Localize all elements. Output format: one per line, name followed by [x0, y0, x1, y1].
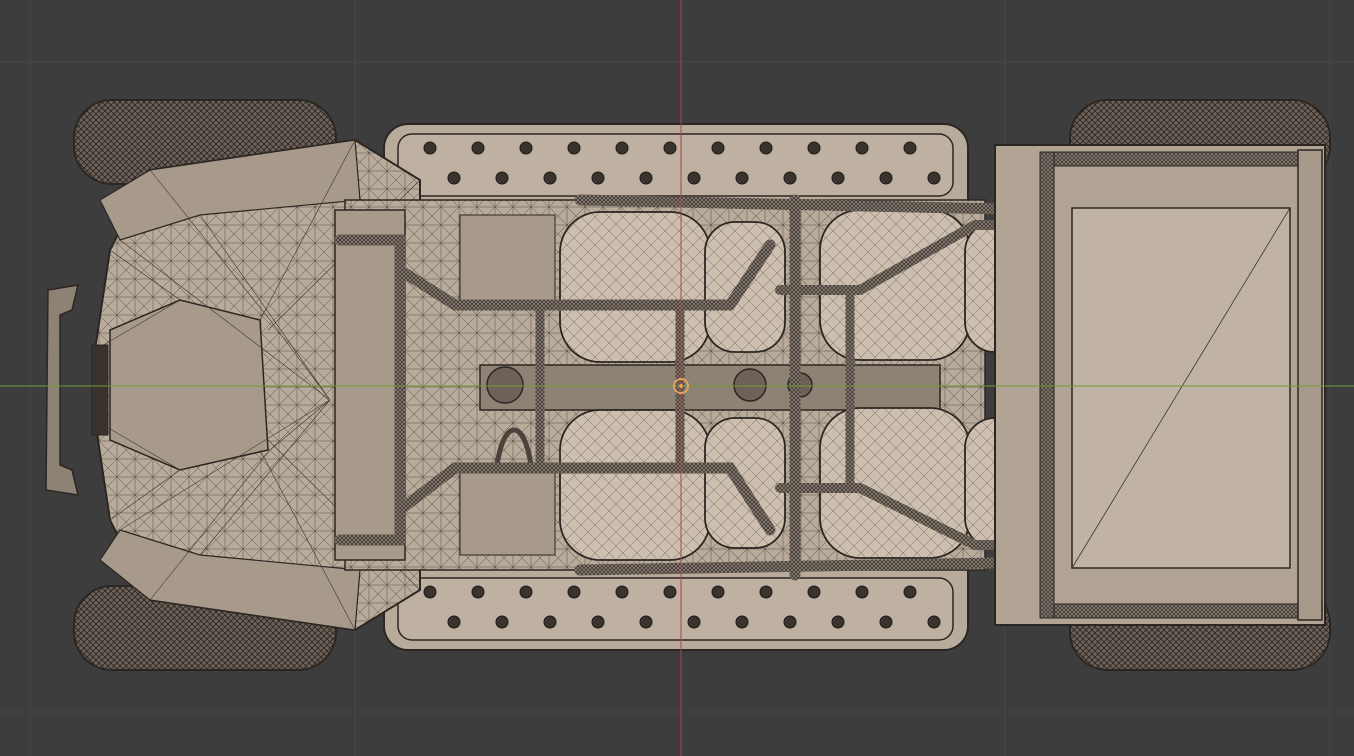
step-hole — [639, 171, 653, 185]
step-hole — [759, 585, 773, 599]
step-hole — [447, 171, 461, 185]
grille[interactable] — [91, 344, 109, 436]
step-hole — [879, 615, 893, 629]
step-hole — [687, 615, 701, 629]
step-hole — [663, 585, 677, 599]
step-hole — [615, 141, 629, 155]
seat-driver[interactable] — [559, 211, 711, 363]
step-hole — [711, 141, 725, 155]
step-hole — [879, 171, 893, 185]
step-hole — [423, 585, 437, 599]
seat-mount-front[interactable] — [459, 214, 556, 301]
step-hole — [831, 171, 845, 185]
step-hole — [783, 171, 797, 185]
cupholder-left[interactable] — [733, 368, 767, 402]
step-hole — [519, 141, 533, 155]
step-hole — [855, 141, 869, 155]
hood-scoop[interactable] — [109, 299, 269, 471]
step-hole — [567, 141, 581, 155]
step-hole — [807, 585, 821, 599]
step-hole — [783, 615, 797, 629]
step-hole — [759, 141, 773, 155]
seat-mount-rear[interactable] — [459, 469, 556, 556]
bed-rail-top[interactable] — [1039, 151, 1311, 167]
step-hole — [639, 615, 653, 629]
3d-viewport[interactable] — [0, 0, 1354, 756]
step-hole — [807, 141, 821, 155]
step-hole — [495, 615, 509, 629]
cargo-bed[interactable] — [994, 144, 1326, 626]
tailgate[interactable] — [1297, 149, 1323, 621]
step-hole — [735, 171, 749, 185]
step-hole — [495, 171, 509, 185]
front-bumper[interactable] — [45, 284, 79, 496]
step-hole — [927, 615, 941, 629]
step-hole — [471, 585, 485, 599]
step-hole — [615, 585, 629, 599]
step-hole — [735, 615, 749, 629]
step-hole — [663, 141, 677, 155]
viewport-canvas[interactable] — [0, 0, 1354, 756]
step-hole — [927, 171, 941, 185]
seat-passenger[interactable] — [559, 409, 711, 561]
center-console[interactable] — [479, 364, 941, 411]
step-hole — [519, 585, 533, 599]
step-hole — [903, 585, 917, 599]
step-hole — [567, 585, 581, 599]
step-hole — [711, 585, 725, 599]
step-hole — [447, 615, 461, 629]
step-hole — [471, 141, 485, 155]
step-hole — [831, 615, 845, 629]
bed-rail-side[interactable] — [1039, 151, 1055, 619]
gear-knob[interactable] — [486, 366, 524, 404]
bed-rail-bottom[interactable] — [1039, 603, 1311, 619]
step-hole — [423, 141, 437, 155]
step-hole — [855, 585, 869, 599]
step-hole — [903, 141, 917, 155]
step-hole — [591, 171, 605, 185]
step-hole — [687, 171, 701, 185]
step-hole — [591, 615, 605, 629]
step-hole — [543, 615, 557, 629]
step-hole — [543, 171, 557, 185]
